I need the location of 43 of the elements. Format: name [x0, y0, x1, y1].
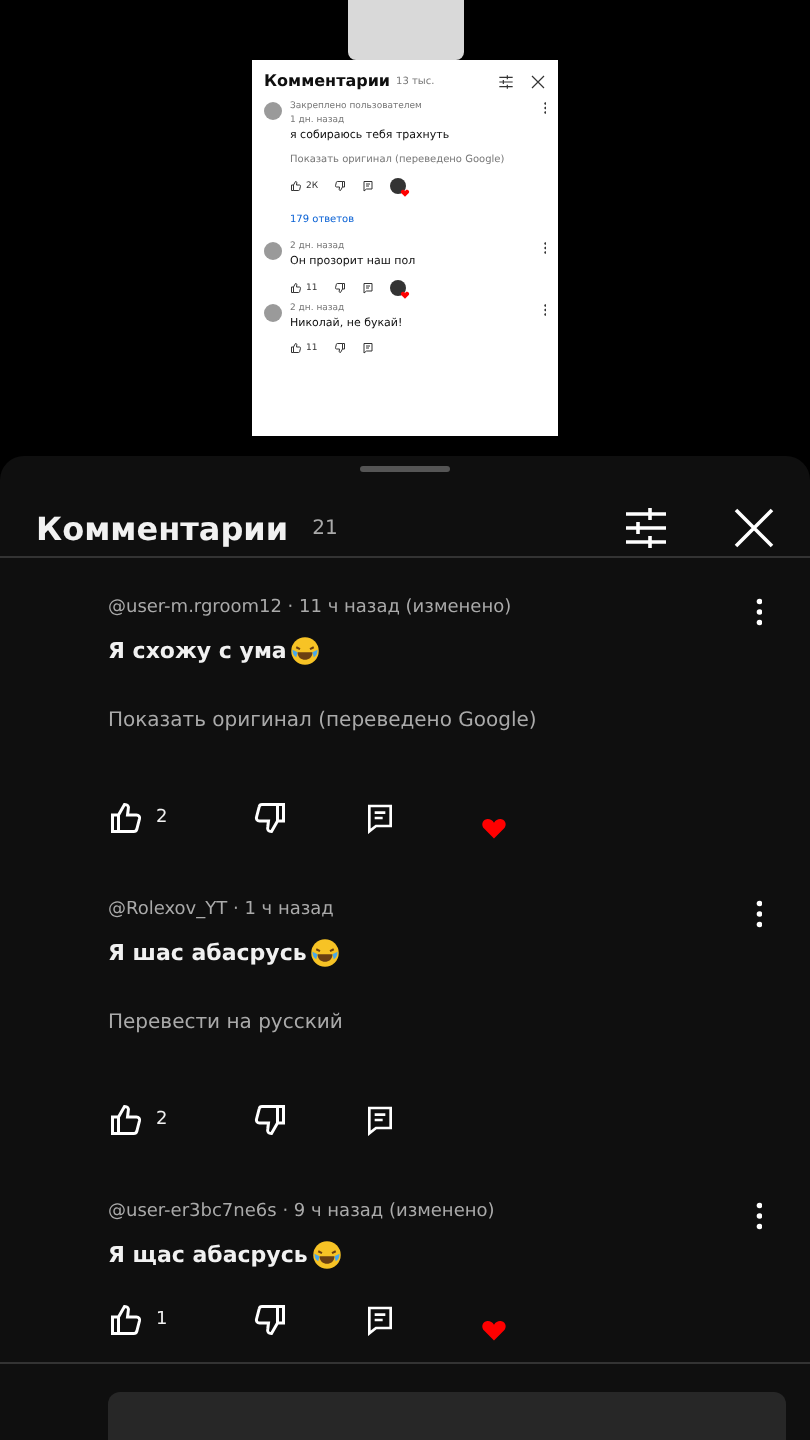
heart-icon	[400, 188, 411, 198]
thumbs-up-icon[interactable]	[290, 282, 302, 294]
drag-handle[interactable]	[360, 466, 450, 473]
comment-text: Я схожу с ума	[108, 638, 287, 665]
laughing-emoji-icon	[311, 1240, 342, 1271]
avatar	[264, 242, 282, 260]
laughing-emoji-icon	[290, 636, 321, 667]
comment-text: Я шас абасрусь	[108, 940, 307, 967]
more-icon[interactable]	[755, 598, 762, 627]
more-icon[interactable]	[755, 900, 762, 929]
phone-top	[347, 0, 463, 60]
reply-icon[interactable]	[364, 1304, 396, 1337]
filter-icon[interactable]	[498, 73, 514, 89]
translate-link[interactable]: Показать оригинал (переведено Google)	[108, 710, 755, 733]
close-icon[interactable]	[730, 504, 778, 553]
comment-text: Я щас абасрусь	[108, 1242, 308, 1269]
thumbs-down-icon[interactable]	[333, 282, 346, 294]
heart-icon	[399, 290, 410, 300]
comment-input-field[interactable]	[108, 1392, 786, 1440]
sheet-title: Комментарии	[36, 509, 289, 548]
translate-link[interactable]: Перевести на русский	[108, 1012, 755, 1035]
like-count: 2	[156, 1110, 168, 1131]
more-icon[interactable]	[755, 1202, 762, 1231]
avatar	[264, 304, 282, 322]
reply-icon[interactable]	[364, 802, 396, 835]
preview-title: Комментарии	[264, 72, 391, 90]
comment-meta: @Rolexov_YT · 1 ч назад	[108, 900, 336, 921]
comment-meta: @user-m.rgroom12 · 11 ч назад (изменено)	[108, 598, 514, 619]
reply-icon[interactable]	[361, 282, 374, 294]
comment-meta: @user-er3bc7ne6s · 9 ч назад (изменено)	[108, 1202, 497, 1223]
reply-icon[interactable]	[364, 1104, 396, 1137]
laughing-emoji-icon	[310, 938, 341, 969]
like-count: 1	[156, 1310, 168, 1331]
thumbs-down-icon[interactable]	[333, 342, 346, 354]
thumbs-up-icon[interactable]	[290, 180, 302, 192]
close-icon[interactable]	[530, 73, 546, 89]
comment-count: 21	[312, 517, 340, 540]
thumbs-down-icon[interactable]	[334, 180, 347, 192]
like-count: 2	[156, 808, 168, 829]
thumbs-up-icon[interactable]	[290, 342, 302, 354]
reply-icon[interactable]	[362, 180, 375, 192]
avatar	[264, 102, 282, 120]
reply-icon[interactable]	[361, 342, 374, 354]
